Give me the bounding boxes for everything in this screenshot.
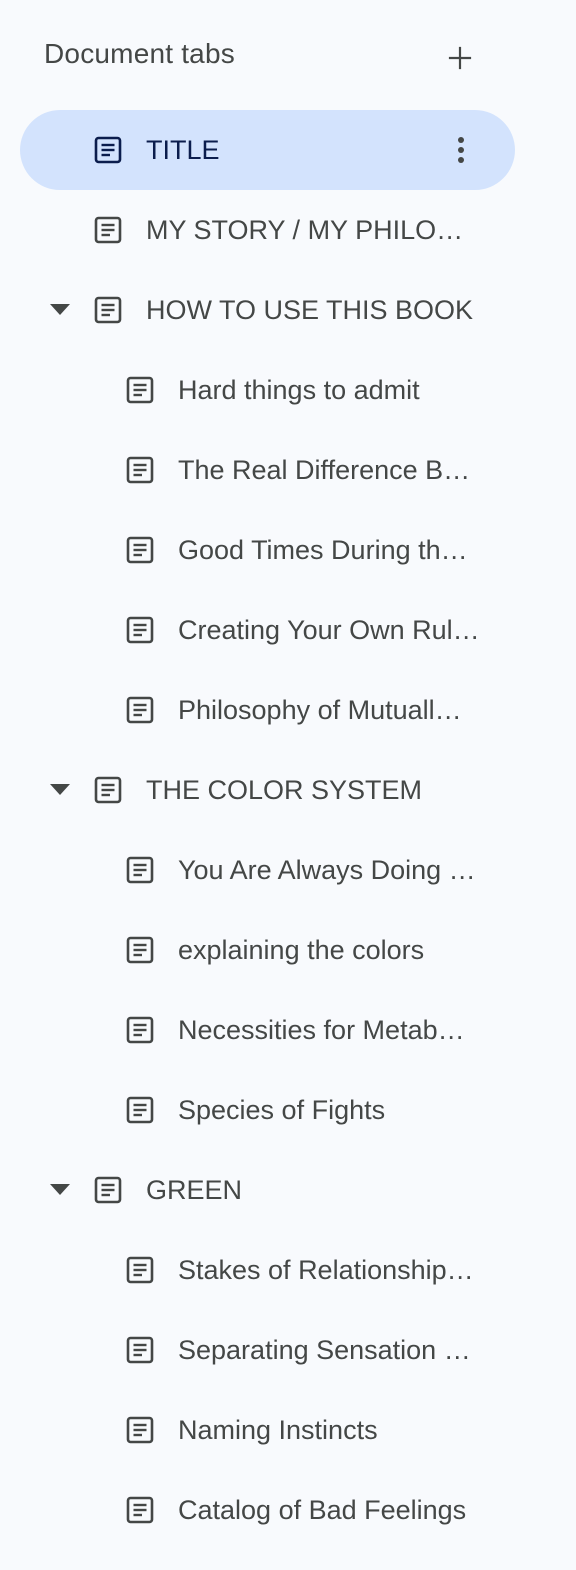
caret-down-icon[interactable] — [46, 298, 74, 322]
tab-item[interactable]: Hard things to admit — [0, 350, 576, 430]
tab-item[interactable]: MY STORY / MY PHILOS… — [0, 190, 576, 270]
tab-item[interactable]: Necessities for Metab… — [0, 990, 576, 1070]
document-icon — [92, 134, 124, 166]
tab-item[interactable]: HOW TO USE THIS BOOK — [0, 270, 576, 350]
tab-label: TITLE — [146, 135, 220, 165]
tab-item[interactable]: Naming Instincts — [0, 1390, 576, 1470]
tab-label: You Are Always Doing … — [178, 855, 476, 885]
tab-item[interactable]: The Real Difference B… — [0, 430, 576, 510]
tab-item[interactable]: Catalog of Bad Feelings — [0, 1470, 576, 1550]
tab-label: HOW TO USE THIS BOOK — [146, 295, 474, 325]
tab-item[interactable]: You Are Always Doing … — [0, 830, 576, 910]
tab-item[interactable]: GREEN — [0, 1150, 576, 1230]
tab-item[interactable]: explaining the colors — [0, 910, 576, 990]
tab-item[interactable]: Separating Sensation … — [0, 1310, 576, 1390]
tab-item[interactable]: Good Times During th… — [0, 510, 576, 590]
tab-list: TITLE MY STORY / MY PHILOS… HOW TO USE THI… — [0, 110, 576, 1550]
tab-item[interactable]: TITLE — [0, 110, 576, 190]
tab-item[interactable]: Creating Your Own Rul… — [0, 590, 576, 670]
document-icon — [124, 454, 156, 486]
document-icon — [124, 1334, 156, 1366]
tab-item[interactable]: THE COLOR SYSTEM — [0, 750, 576, 830]
document-icon — [124, 934, 156, 966]
caret-down-icon[interactable] — [46, 1178, 74, 1202]
tab-label: THE COLOR SYSTEM — [146, 775, 423, 805]
tab-label: Good Times During th… — [178, 535, 468, 565]
tab-label: Philosophy of Mutuall… — [178, 695, 462, 725]
tab-label: Naming Instincts — [178, 1415, 378, 1445]
more-vert-icon[interactable] — [444, 130, 478, 170]
add-tab-button[interactable] — [438, 36, 482, 80]
tab-label: Stakes of Relationship… — [178, 1255, 474, 1285]
tab-item[interactable]: Stakes of Relationship… — [0, 1230, 576, 1310]
document-icon — [124, 614, 156, 646]
tab-label: The Real Difference B… — [178, 455, 471, 485]
tab-label: Species of Fights — [178, 1095, 386, 1125]
document-icon — [124, 1094, 156, 1126]
document-icon — [124, 854, 156, 886]
tab-item[interactable]: Philosophy of Mutuall… — [0, 670, 576, 750]
document-tabs-header: Document tabs — [0, 0, 576, 110]
tab-label: MY STORY / MY PHILOS… — [146, 215, 481, 245]
tab-label: explaining the colors — [178, 935, 425, 965]
plus-icon — [448, 46, 472, 70]
document-icon — [124, 1414, 156, 1446]
document-icon — [124, 694, 156, 726]
document-icon — [124, 1014, 156, 1046]
tab-label: Catalog of Bad Feelings — [178, 1495, 467, 1525]
tab-label: Separating Sensation … — [178, 1335, 471, 1365]
tab-label: Necessities for Metab… — [178, 1015, 465, 1045]
document-icon — [92, 1174, 124, 1206]
document-icon — [92, 214, 124, 246]
document-tabs-panel: Document tabs TITLE MY STORY / MY PHILOS…… — [0, 0, 576, 1570]
document-icon — [124, 1494, 156, 1526]
caret-down-icon[interactable] — [46, 778, 74, 802]
tab-label: Hard things to admit — [178, 375, 420, 405]
tab-label: Creating Your Own Rul… — [178, 615, 480, 645]
tab-item[interactable]: Species of Fights — [0, 1070, 576, 1150]
document-icon — [124, 1254, 156, 1286]
document-icon — [124, 534, 156, 566]
document-icon — [124, 374, 156, 406]
document-icon — [92, 774, 124, 806]
panel-title: Document tabs — [44, 38, 235, 69]
document-icon — [92, 294, 124, 326]
tab-label: GREEN — [146, 1175, 243, 1205]
